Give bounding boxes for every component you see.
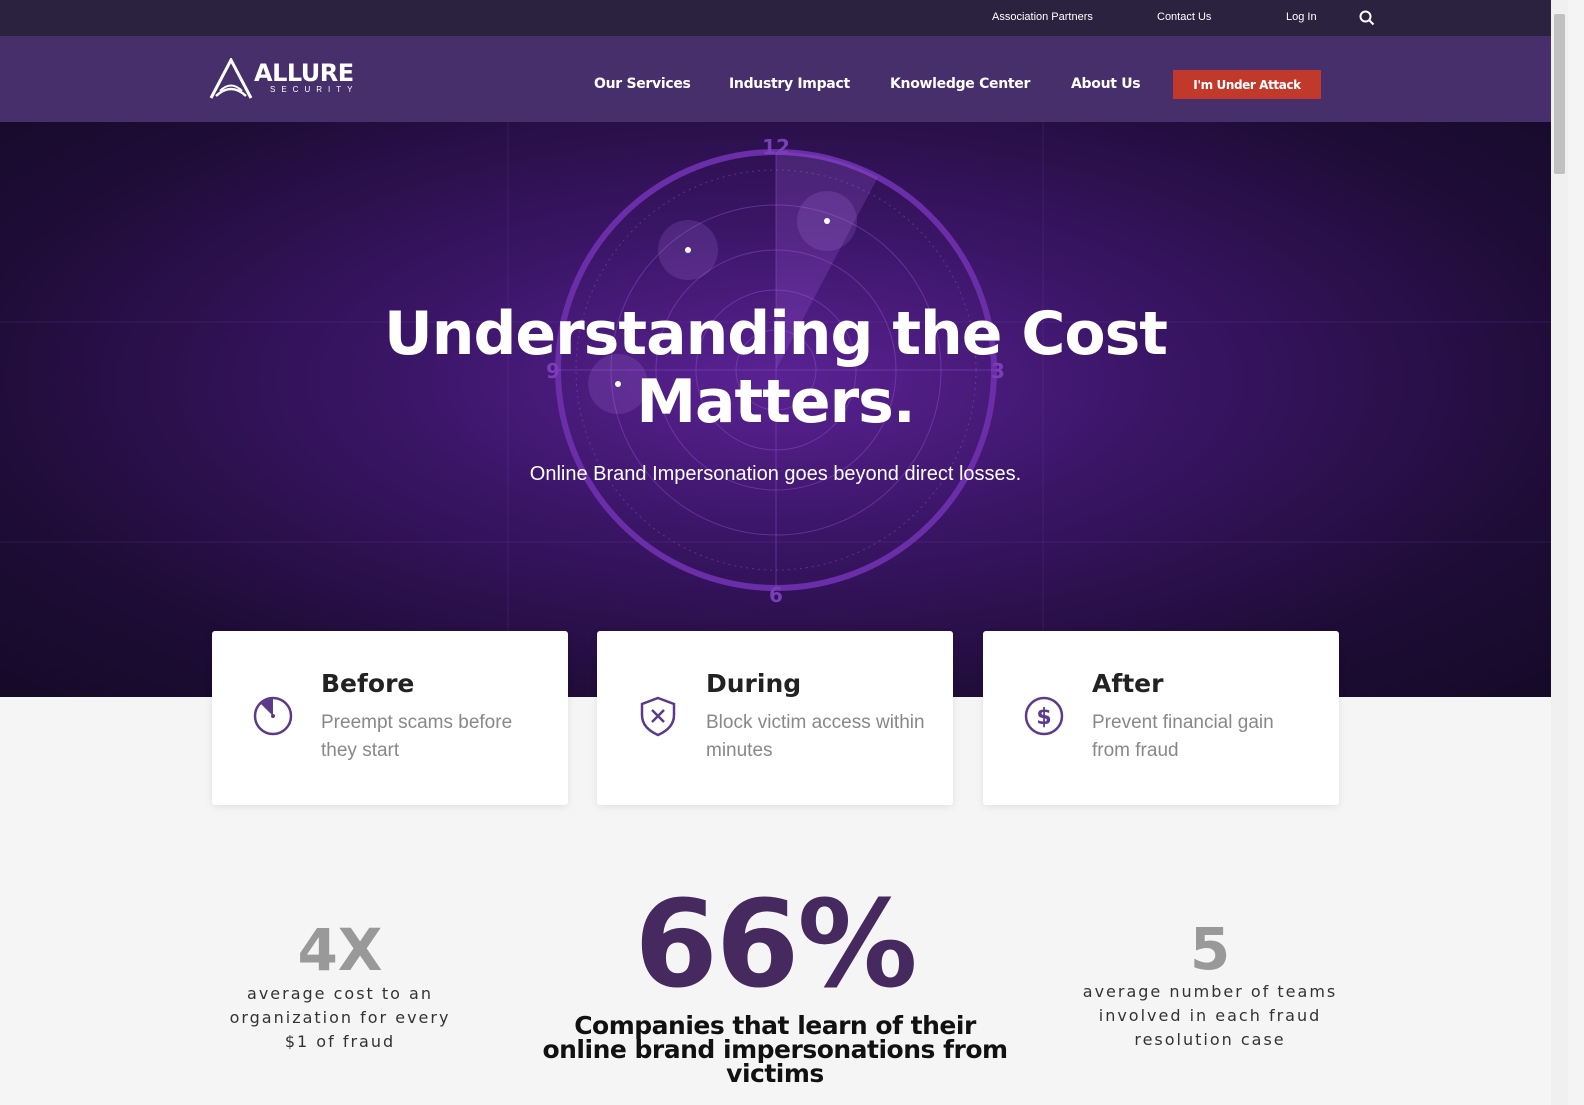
hero-subtitle: Online Brand Impersonation goes beyond d…: [529, 463, 1022, 485]
stat-66-percent: 66% Companies that learn of their online…: [540, 876, 1010, 1088]
clock-label-12: 12: [762, 135, 790, 159]
nav-industry-impact[interactable]: Industry Impact: [729, 76, 850, 92]
card-after: $ After Prevent financial gain from frau…: [983, 631, 1339, 805]
clock-label-6: 6: [769, 583, 783, 607]
clock-icon: [253, 696, 293, 736]
svg-text:$: $: [1036, 705, 1051, 730]
nav-about-us[interactable]: About Us: [1071, 76, 1141, 92]
stat-value: 4X: [297, 916, 383, 984]
stat-value: 5: [1189, 915, 1231, 983]
card-text: Preempt scams before they start: [321, 712, 513, 761]
association-partners-link[interactable]: Association Partners: [992, 11, 1093, 23]
search-icon[interactable]: [1359, 10, 1375, 26]
logo-text: ALLURE: [254, 59, 354, 87]
scrollbar[interactable]: [1551, 0, 1568, 1105]
hero-title: Understanding the Cost Matters.: [384, 299, 1168, 437]
card-title: During: [706, 669, 802, 698]
logo-mark-icon: [209, 58, 253, 99]
card-before: Before Preempt scams before they start: [212, 631, 568, 805]
nav-our-services[interactable]: Our Services: [594, 76, 691, 92]
stat-description: average cost to an organization for ever…: [229, 984, 451, 1051]
contact-us-link[interactable]: Contact Us: [1157, 11, 1211, 23]
logo-subtext: SECURITY: [270, 85, 359, 94]
stat-5: 5 average number of teams involved in ea…: [1070, 918, 1350, 1052]
card-text: Prevent financial gain from fraud: [1092, 712, 1274, 761]
stat-4x: 4X average cost to an organization for e…: [200, 918, 480, 1054]
card-during: During Block victim access within minute…: [597, 631, 953, 805]
log-in-link[interactable]: Log In: [1286, 11, 1317, 23]
page: Association Partners Contact Us Log In A…: [0, 0, 1551, 1105]
card-title: Before: [321, 669, 415, 698]
hero: 12 3 6 9 Understanding the Cost Matters.…: [0, 122, 1551, 697]
top-utility-bar: Association Partners Contact Us Log In: [0, 0, 1551, 36]
under-attack-button[interactable]: I'm Under Attack: [1173, 70, 1321, 99]
card-text: Block victim access within minutes: [706, 712, 925, 761]
stat-value: 66%: [634, 876, 917, 1015]
scrollbar-thumb[interactable]: [1554, 14, 1565, 174]
stat-description: average number of teams involved in each…: [1082, 982, 1338, 1049]
stat-description: Companies that learn of their online bra…: [542, 1011, 1008, 1088]
nav-knowledge-center[interactable]: Knowledge Center: [890, 76, 1030, 92]
dollar-icon: $: [1024, 696, 1064, 736]
shield-x-icon: [640, 696, 676, 737]
card-title: After: [1092, 669, 1164, 698]
